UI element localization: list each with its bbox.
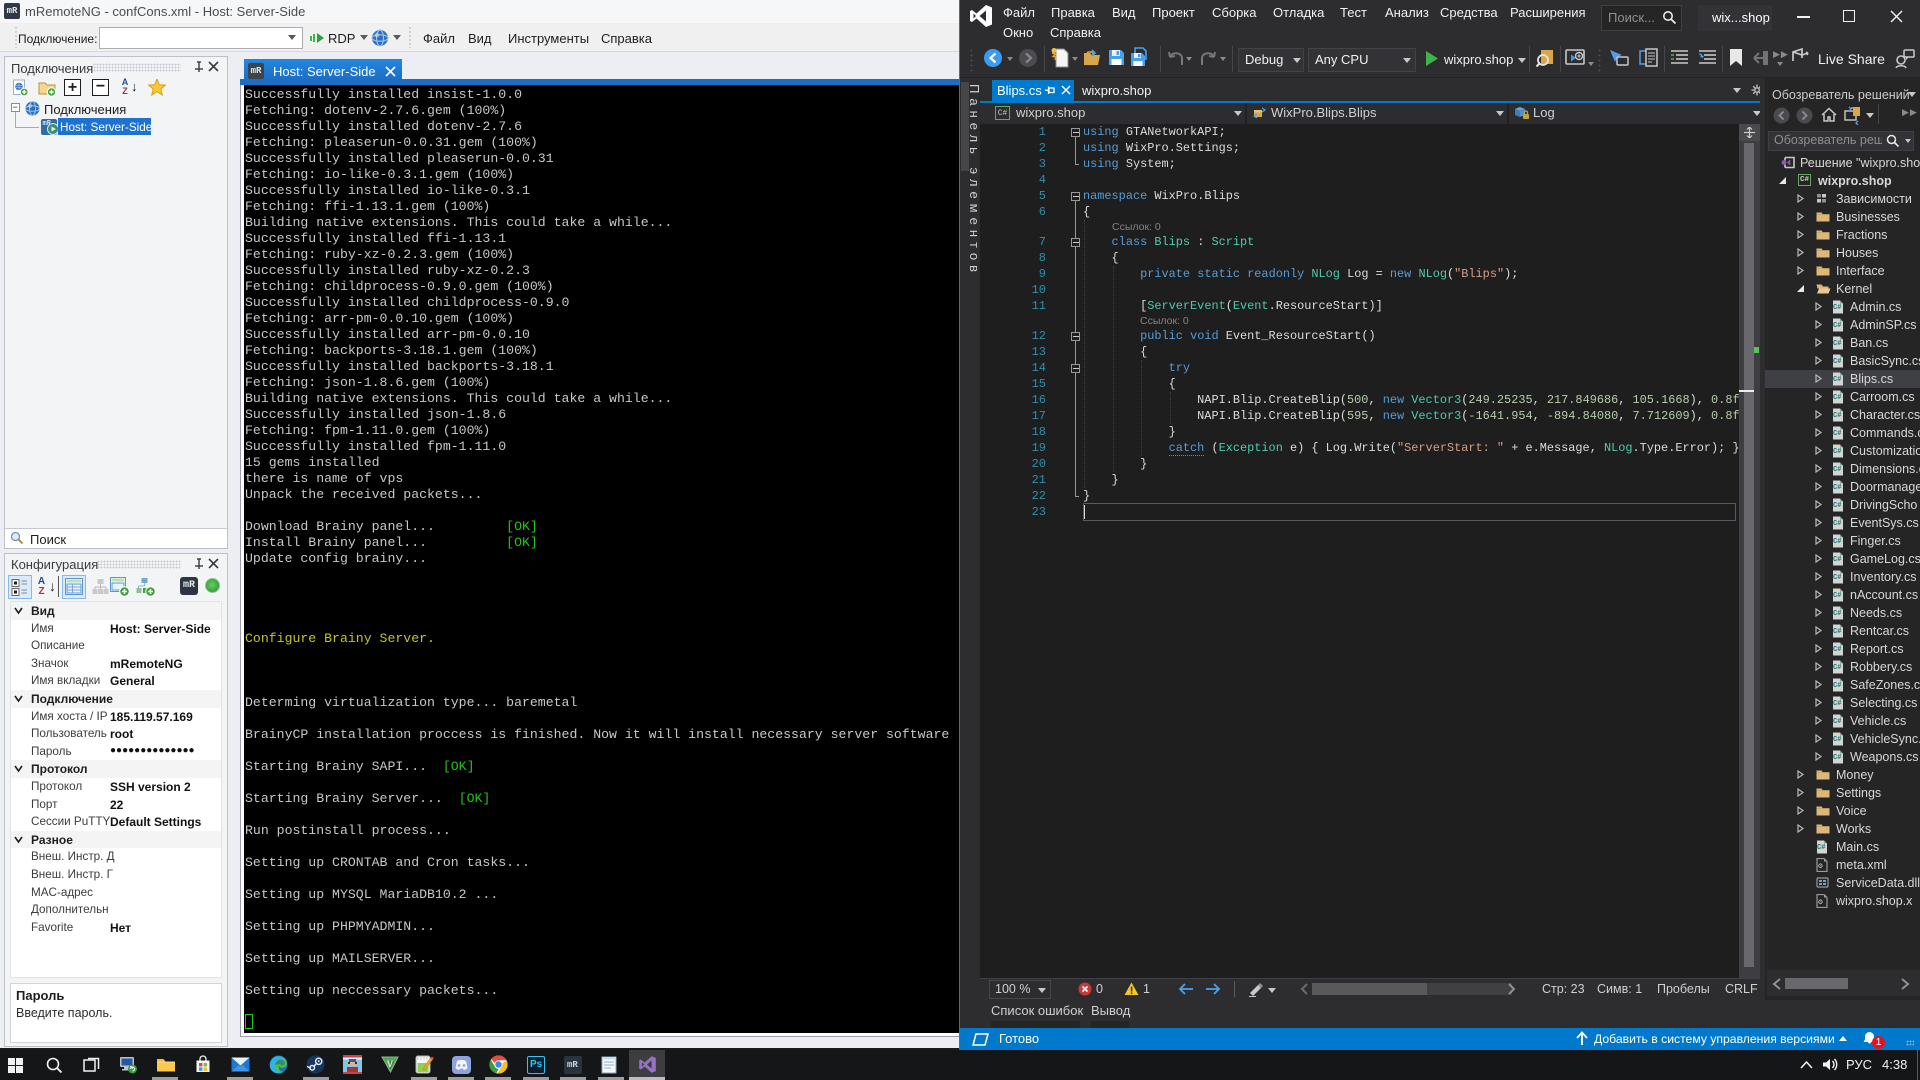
- svg-text:V: V: [387, 1059, 393, 1069]
